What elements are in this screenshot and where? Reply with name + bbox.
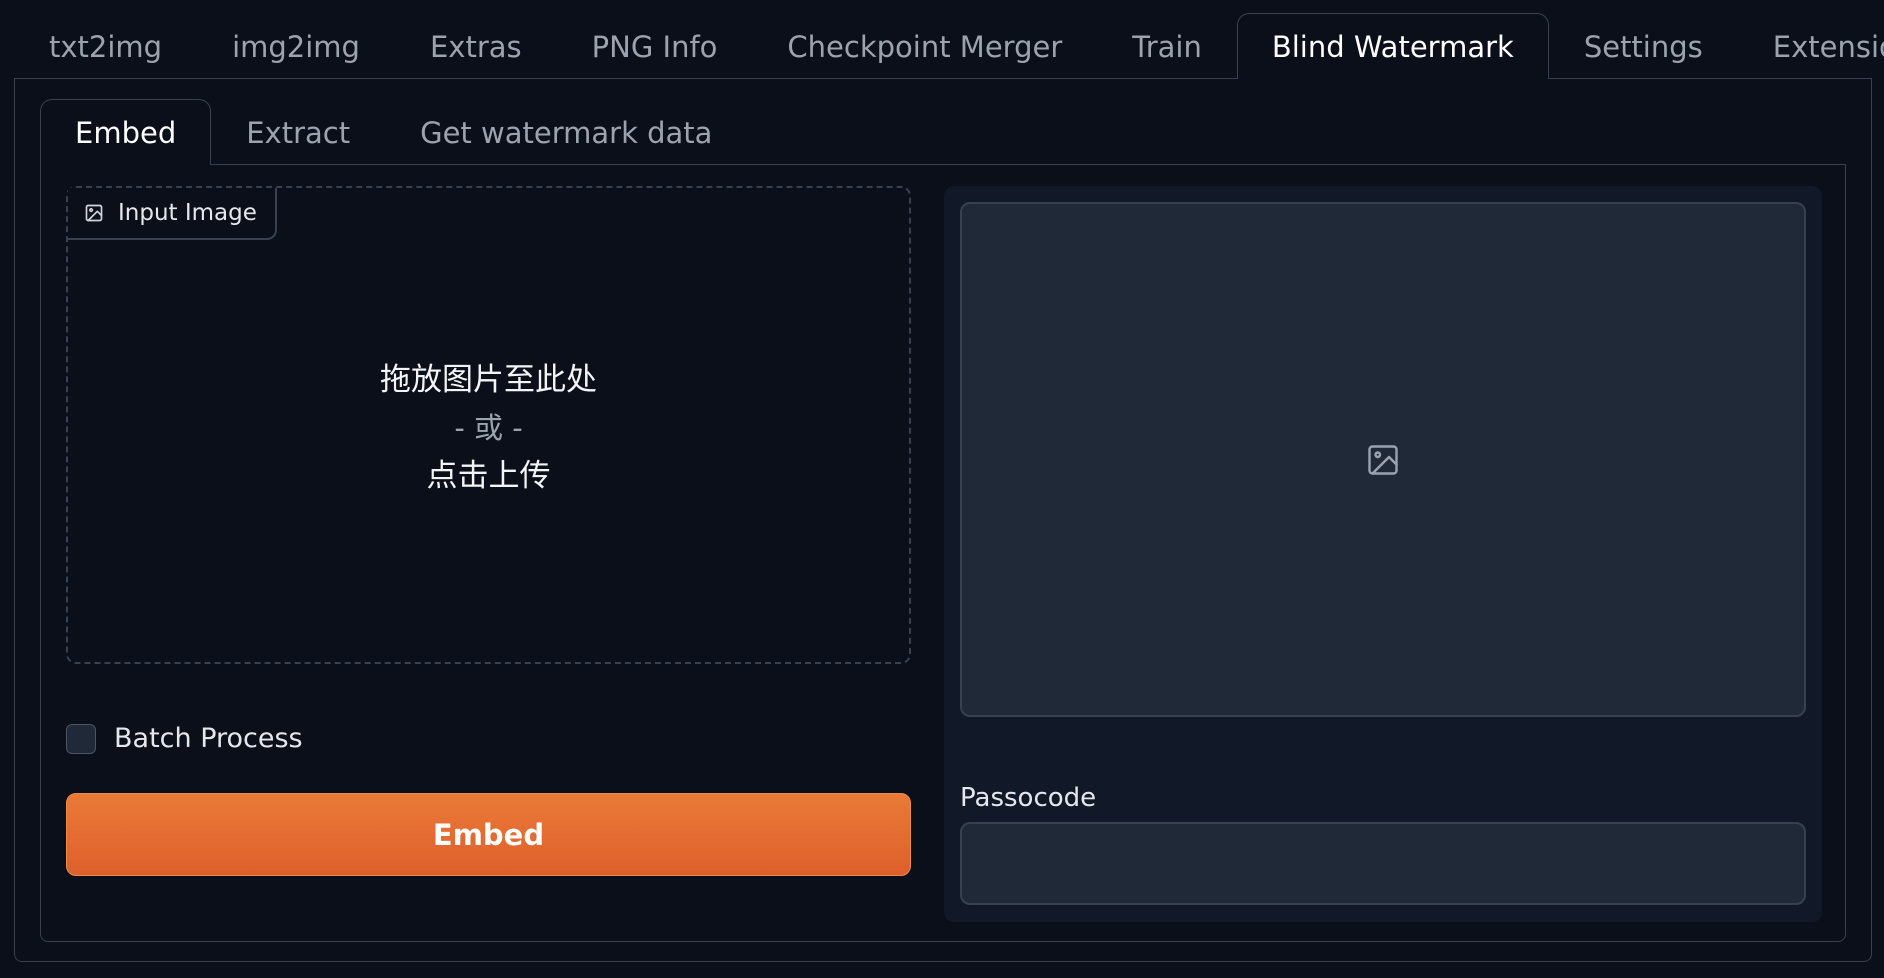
input-image-dropzone[interactable]: Input Image 拖放图片至此处 - 或 - 点击上传 xyxy=(66,186,911,664)
image-icon xyxy=(85,204,103,222)
batch-process-row[interactable]: Batch Process xyxy=(66,723,303,754)
tab-img2img[interactable]: img2img xyxy=(197,14,395,78)
batch-process-checkbox[interactable] xyxy=(66,723,96,754)
subtab-embed[interactable]: Embed xyxy=(40,99,212,165)
sub-tab-bar: Embed Extract Get watermark data xyxy=(40,99,747,165)
or-text: - 或 - xyxy=(454,411,523,445)
input-image-label: Input Image xyxy=(68,188,277,240)
output-image xyxy=(960,202,1806,717)
batch-process-label: Batch Process xyxy=(114,723,303,754)
tab-settings[interactable]: Settings xyxy=(1549,14,1738,78)
embed-button[interactable]: Embed xyxy=(66,793,911,876)
tab-extras[interactable]: Extras xyxy=(395,14,557,78)
drop-text: 拖放图片至此处 xyxy=(380,362,597,398)
click-upload-text: 点击上传 xyxy=(426,458,551,494)
input-image-label-text: Input Image xyxy=(118,200,257,226)
passcode-label: Passocode xyxy=(960,783,1097,813)
output-column: Passocode xyxy=(944,186,1822,922)
tab-blind-watermark[interactable]: Blind Watermark xyxy=(1236,13,1549,79)
tab-train[interactable]: Train xyxy=(1097,14,1237,78)
passcode-input[interactable] xyxy=(960,822,1806,905)
top-tab-bar: txt2img img2img Extras PNG Info Checkpoi… xyxy=(14,13,1884,79)
tab-extensions[interactable]: Extensions xyxy=(1738,14,1884,78)
image-placeholder-icon xyxy=(1368,444,1398,475)
subtab-get-watermark-data[interactable]: Get watermark data xyxy=(385,100,747,164)
subtab-extract[interactable]: Extract xyxy=(211,100,385,164)
tab-txt2img[interactable]: txt2img xyxy=(14,14,197,78)
tab-checkpoint-merger[interactable]: Checkpoint Merger xyxy=(752,14,1097,78)
upload-instructions: 拖放图片至此处 - 或 - 点击上传 xyxy=(68,356,909,500)
tab-png-info[interactable]: PNG Info xyxy=(557,14,753,78)
